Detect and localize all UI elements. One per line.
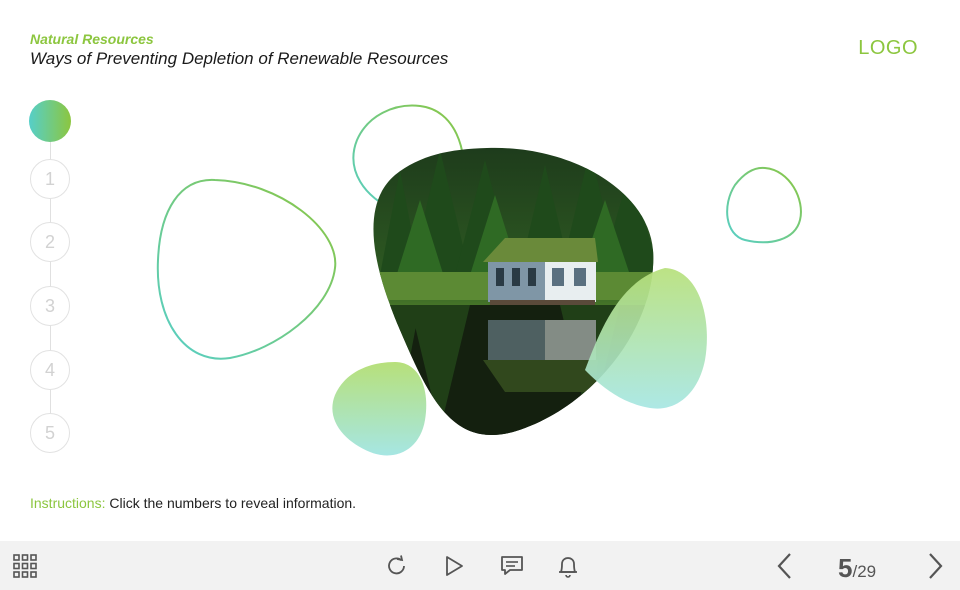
replay-icon[interactable] bbox=[382, 541, 412, 590]
outline-blob-left bbox=[156, 178, 337, 360]
total-pages: /29 bbox=[852, 562, 877, 581]
step-2[interactable]: 2 bbox=[30, 222, 70, 262]
filled-blob-right bbox=[585, 268, 707, 409]
illustration bbox=[156, 104, 802, 456]
step-3[interactable]: 3 bbox=[30, 286, 70, 326]
step-5[interactable]: 5 bbox=[30, 413, 70, 453]
player-toolbar: 5/29 bbox=[0, 541, 960, 590]
instructions-text: Click the numbers to reveal information. bbox=[109, 495, 357, 511]
slide-title: Ways of Preventing Depletion of Renewabl… bbox=[30, 49, 449, 68]
chevron-left-icon[interactable] bbox=[770, 541, 800, 590]
play-icon[interactable] bbox=[439, 541, 469, 590]
notes-icon[interactable] bbox=[497, 541, 527, 590]
step-4[interactable]: 4 bbox=[30, 350, 70, 390]
step-start[interactable] bbox=[29, 100, 71, 142]
outline-blob-right bbox=[726, 166, 802, 244]
instructions: Instructions: Click the numbers to revea… bbox=[30, 495, 356, 511]
outline-blob-top bbox=[352, 104, 465, 217]
logo: LOGO bbox=[858, 37, 918, 59]
chevron-right-icon[interactable] bbox=[920, 541, 950, 590]
instructions-label: Instructions: bbox=[30, 495, 106, 511]
forest-house-photo bbox=[373, 147, 654, 436]
slide-category: Natural Resources bbox=[30, 31, 154, 47]
step-1[interactable]: 1 bbox=[30, 159, 70, 199]
current-page: 5 bbox=[838, 553, 853, 583]
filled-blob-bottom-left bbox=[332, 362, 427, 456]
bell-icon[interactable] bbox=[553, 541, 583, 590]
grid-menu-icon[interactable] bbox=[10, 541, 40, 590]
slide-header: Natural Resources Ways of Preventing Dep… bbox=[30, 30, 448, 70]
page-indicator: 5/29 bbox=[838, 553, 876, 584]
step-navigator: 1 2 3 4 5 bbox=[29, 100, 72, 460]
